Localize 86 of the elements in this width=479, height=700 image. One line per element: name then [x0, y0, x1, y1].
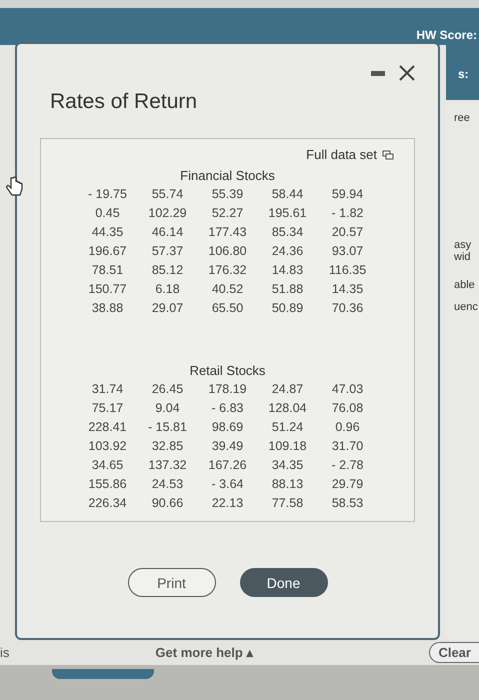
table-cell-text: 137.32	[147, 458, 188, 472]
table-cell-text: 177.43	[207, 225, 248, 239]
table-cell-text: 38.88	[90, 301, 124, 315]
table-cell-text: 78.51	[90, 263, 124, 277]
table-cell-text: 88.13	[270, 477, 304, 491]
table-cell-text: 75.17	[90, 401, 124, 415]
table-cell-text: 44.35	[90, 225, 124, 239]
table-cell-text: 51.24	[270, 420, 304, 434]
done-button[interactable]: Done	[240, 568, 328, 597]
table-cell-text: 55.39	[210, 187, 244, 201]
table-cell-text: 70.36	[330, 301, 364, 315]
table-cell-text: 26.45	[150, 382, 184, 396]
help-link[interactable]: Get more help ▴	[155, 645, 254, 660]
side-text: uenc	[453, 301, 479, 313]
table-cell-text: 55.74	[150, 187, 184, 201]
table-cell-text: 109.18	[267, 439, 308, 453]
table-cell-text: 103.92	[87, 439, 128, 453]
table-cell-text: 77.58	[270, 496, 304, 510]
side-header: s:	[446, 45, 479, 100]
table-cell-text: 196.67	[87, 244, 128, 258]
table-cell-text: 85.34	[270, 225, 304, 239]
table-cell-text: - 15.81	[147, 420, 188, 434]
table-cell-text: 31.70	[330, 439, 364, 453]
table-cell-text: 98.69	[210, 420, 244, 434]
table-cell-text: 31.74	[90, 382, 124, 396]
table-cell-text: 76.08	[330, 401, 364, 415]
table-cell-text: 65.50	[210, 301, 244, 315]
table-title: Financial Stocks	[180, 168, 275, 183]
table-cell-text: 51.88	[270, 282, 304, 296]
table-cell-text: 32.85	[150, 439, 184, 453]
table-cell-text: 90.66	[150, 496, 184, 510]
table-cell-text: 106.80	[207, 244, 248, 258]
print-button[interactable]: Print	[128, 568, 216, 597]
table-cell-text: 34.35	[270, 458, 304, 472]
table-cell-text: 85.12	[150, 263, 184, 277]
table-cell-text: 34.65	[90, 458, 124, 472]
table-cell-text: 14.35	[330, 282, 364, 296]
table-cell-text: 6.18	[154, 282, 181, 296]
table-cell-text: 176.32	[207, 263, 248, 277]
table-cell-text: 58.44	[270, 187, 304, 201]
table-cell-text: 102.29	[147, 206, 188, 220]
table-cell-text: - 1.82	[330, 206, 364, 220]
table-cell-text: 29.79	[330, 477, 364, 491]
table-cell-text: 155.86	[87, 477, 128, 491]
side-text: wid	[453, 251, 472, 263]
side-text: ree	[453, 112, 471, 124]
table-cell-text: 59.94	[330, 187, 364, 201]
table-cell-text: 195.61	[267, 206, 308, 220]
table-cell-text: 24.36	[270, 244, 304, 258]
table-cell-text: - 2.78	[330, 458, 364, 472]
table-cell-text: 40.52	[210, 282, 244, 296]
table-title: Retail Stocks	[190, 363, 266, 378]
table-cell-text: 20.57	[330, 225, 364, 239]
table-cell-text: - 3.64	[210, 477, 244, 491]
dialog-title: Rates of Return	[50, 90, 198, 114]
table-cell-text: 150.77	[87, 282, 128, 296]
table-cell-text: 46.14	[150, 225, 184, 239]
table-cell-text: 128.04	[267, 401, 308, 415]
table-cell-text: 57.37	[150, 244, 184, 258]
table-cell-text: 226.34	[87, 496, 128, 510]
table-cell-text: 58.53	[330, 496, 364, 510]
table-cell-text: 52.27	[210, 206, 244, 220]
side-text: asy	[453, 239, 472, 251]
table-cell-text: 228.41	[87, 420, 128, 434]
table-cell-text: 14.83	[270, 263, 304, 277]
table-cell-text: 116.35	[328, 263, 368, 277]
table-cell-text: 9.04	[154, 401, 181, 415]
table-cell-text: 47.03	[330, 382, 364, 396]
clear-button[interactable]: Clear	[429, 642, 479, 663]
side-text: is	[0, 645, 10, 660]
table-cell-text: - 6.83	[210, 401, 244, 415]
table-cell-text: 0.96	[334, 420, 361, 434]
side-text: able	[453, 279, 476, 291]
table-cell-text: 50.89	[270, 301, 304, 315]
table-cell-text: 167.26	[207, 458, 248, 472]
table-cell-text: - 19.75	[87, 187, 128, 201]
table-cell-text: 29.07	[150, 301, 184, 315]
full-data-set-link[interactable]: Full data set	[306, 147, 377, 162]
score-label: HW Score:	[416, 28, 478, 44]
table-cell-text: 24.87	[270, 382, 304, 396]
table-cell-text: 0.45	[94, 206, 121, 220]
table-cell-text: 93.07	[330, 244, 364, 258]
table-cell-text: 24.53	[150, 477, 184, 491]
table-cell-text: 178.19	[207, 382, 248, 396]
table-cell-text: 39.49	[210, 439, 244, 453]
table-cell-text: 22.13	[210, 496, 244, 510]
